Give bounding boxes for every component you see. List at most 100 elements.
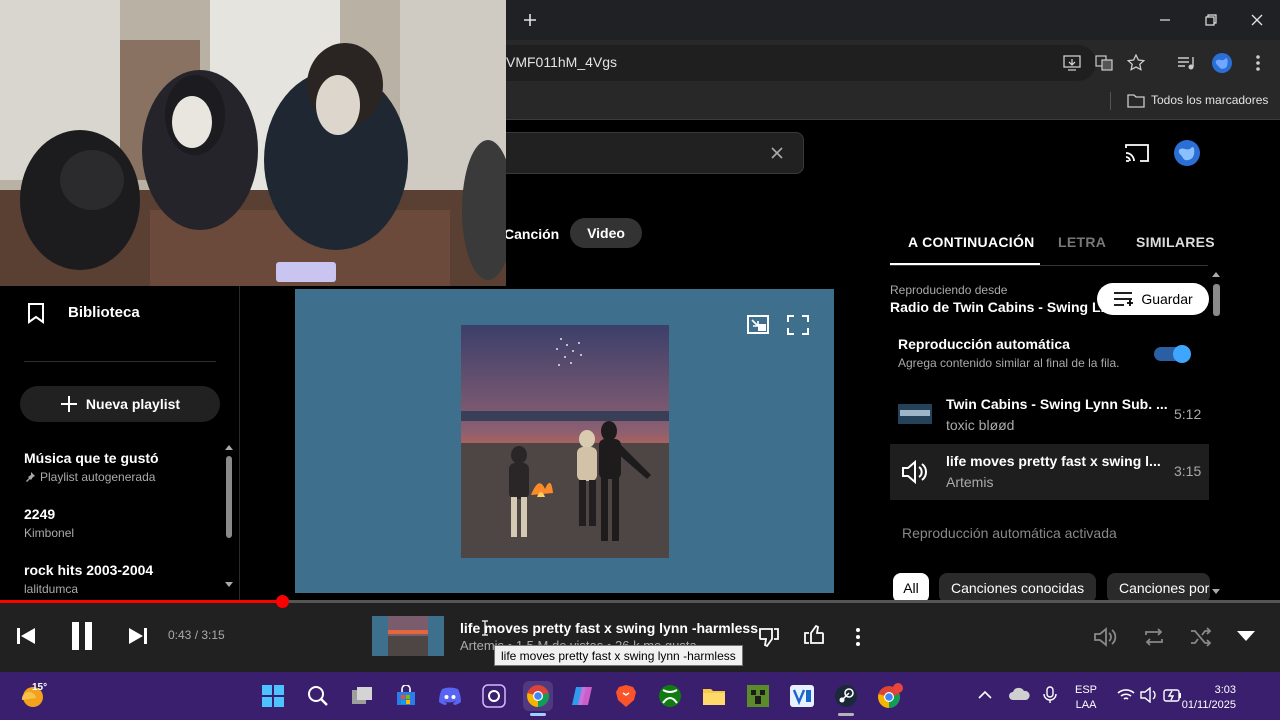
app-ring-icon[interactable] [479, 681, 509, 711]
close-icon [1251, 14, 1263, 26]
previous-button[interactable] [14, 624, 38, 648]
folder-icon[interactable] [1127, 92, 1145, 108]
bookmark-star-icon[interactable] [1124, 52, 1148, 74]
webcam-overlay-image [0, 0, 506, 286]
pin-icon [24, 471, 36, 483]
chip-songs-by[interactable]: Canciones por [1107, 573, 1210, 603]
windows-start-icon[interactable] [258, 681, 288, 711]
microphone-icon[interactable] [1043, 686, 1057, 704]
brave-icon[interactable] [611, 681, 641, 711]
keyboard-language[interactable]: ESP LAA [1075, 683, 1097, 713]
chip-all[interactable]: All [893, 573, 929, 603]
autoplay-switch[interactable] [1154, 344, 1192, 363]
media-control-icon[interactable] [1174, 52, 1198, 74]
install-app-icon[interactable] [1060, 52, 1084, 74]
scroll-down-arrow-icon[interactable] [224, 581, 234, 589]
expand-player-button[interactable] [1234, 626, 1258, 646]
queue-scroll-up-icon[interactable] [1211, 270, 1221, 278]
skip-next-icon [129, 628, 147, 644]
pause-icon [72, 622, 92, 650]
save-label: Guardar [1141, 291, 1193, 307]
video-toggle[interactable]: Video [570, 218, 642, 248]
autoplay-description: Agrega contenido similar al final de la … [898, 356, 1120, 370]
time-display: 0:43 / 3:15 [168, 628, 225, 642]
tab-related[interactable]: SIMILARES [1136, 234, 1215, 250]
queue-scroll-down-icon[interactable] [1211, 588, 1221, 596]
profile-avatar-icon[interactable] [1210, 52, 1234, 74]
minimize-button[interactable] [1150, 8, 1180, 32]
new-playlist-button[interactable]: Nueva playlist [20, 386, 220, 422]
onedrive-cloud-icon[interactable] [1008, 686, 1030, 702]
scroll-up-arrow-icon[interactable] [224, 443, 234, 451]
queue-item-title[interactable]: life moves pretty fast x swing l... [946, 453, 1161, 469]
running-app-indicator [838, 713, 854, 716]
now-playing-title[interactable]: life moves pretty fast x swing lynn -har… [460, 620, 758, 636]
account-avatar[interactable] [1173, 139, 1201, 167]
playing-from-title[interactable]: Radio de Twin Cabins - Swing L... [890, 299, 1112, 315]
task-view-icon[interactable] [347, 681, 377, 711]
url-text[interactable]: VMF011hM_4Vgs [506, 54, 617, 70]
cast-icon[interactable] [1124, 142, 1150, 164]
tab-up-next[interactable]: A CONTINUACIÓN [908, 234, 1035, 250]
queue-scrollbar[interactable] [1213, 284, 1220, 316]
minecraft-icon[interactable] [743, 681, 773, 711]
steam-icon[interactable] [831, 681, 861, 711]
queue-item-title[interactable]: Twin Cabins - Swing Lynn Sub. ... [946, 396, 1168, 412]
language-code: ESP [1075, 684, 1098, 696]
progress-handle[interactable] [275, 595, 289, 608]
file-explorer-icon[interactable] [699, 681, 729, 711]
miniplayer-icon[interactable] [746, 314, 770, 336]
search-input[interactable] [506, 132, 804, 174]
close-window-button[interactable] [1242, 8, 1272, 32]
sidebar-item-library[interactable]: Biblioteca [68, 304, 140, 321]
queue-thumbnail[interactable] [898, 404, 932, 424]
like-button[interactable] [801, 622, 827, 648]
next-button[interactable] [126, 624, 150, 648]
restore-button[interactable] [1196, 8, 1226, 32]
speaker-icon[interactable] [1140, 687, 1158, 703]
clock-date: 01/11/2025 [1181, 699, 1236, 711]
search-icon[interactable] [303, 681, 333, 711]
all-bookmarks-link[interactable]: Todos los marcadores [1151, 93, 1268, 107]
system-clock[interactable]: 3:03 01/11/2025 [1182, 683, 1236, 713]
language-layout: LAA [1075, 699, 1097, 711]
chip-known-songs[interactable]: Canciones conocidas [939, 573, 1097, 603]
copilot-icon[interactable] [567, 681, 597, 711]
now-playing-thumbnail[interactable] [372, 616, 444, 656]
playlist-subtitle: lalitdumca [24, 582, 79, 596]
playlist-title[interactable]: 2249 [24, 506, 55, 522]
wifi-icon[interactable] [1117, 688, 1135, 702]
microsoft-store-icon[interactable] [391, 681, 421, 711]
sidebar-scrollbar[interactable] [226, 456, 232, 538]
shuffle-button[interactable] [1188, 624, 1214, 650]
more-options-button[interactable] [848, 624, 868, 650]
song-toggle[interactable]: Canción [504, 226, 559, 242]
autoplay-status: Reproducción automática activada [902, 525, 1117, 541]
playlist-title[interactable]: rock hits 2003-2004 [24, 562, 153, 578]
queue-item-artist[interactable]: toxic bløød [946, 417, 1014, 433]
playlist-subtitle: Playlist autogenerada [40, 470, 156, 484]
library-bookmark-icon[interactable] [26, 302, 46, 324]
volume-button[interactable] [1092, 624, 1118, 650]
tab-lyrics[interactable]: LETRA [1058, 234, 1106, 250]
playlist-title[interactable]: Música que te gustó [24, 450, 159, 466]
dislike-button[interactable] [756, 624, 782, 650]
chrome-profile-icon[interactable] [875, 681, 905, 711]
clear-search-icon[interactable] [770, 146, 784, 160]
playlist-subtitle: Kimbonel [24, 526, 75, 540]
thumbs-down-icon [759, 628, 779, 648]
chrome-active-icon[interactable] [523, 681, 553, 711]
repeat-button[interactable] [1141, 624, 1167, 650]
menu-dots-icon[interactable] [1246, 52, 1270, 74]
xbox-icon[interactable] [655, 681, 685, 711]
new-tab-button[interactable] [520, 10, 540, 30]
show-hidden-icons-chevron-up-icon[interactable] [978, 690, 992, 700]
shuffle-icon [1191, 627, 1212, 647]
queue-item-artist[interactable]: Artemis [946, 474, 993, 490]
fullscreen-icon[interactable] [786, 314, 810, 336]
visual-app-icon[interactable] [787, 681, 817, 711]
pause-button[interactable] [64, 618, 100, 654]
translate-icon[interactable] [1092, 52, 1116, 74]
save-queue-button[interactable]: Guardar [1097, 283, 1209, 315]
discord-icon[interactable] [435, 681, 465, 711]
